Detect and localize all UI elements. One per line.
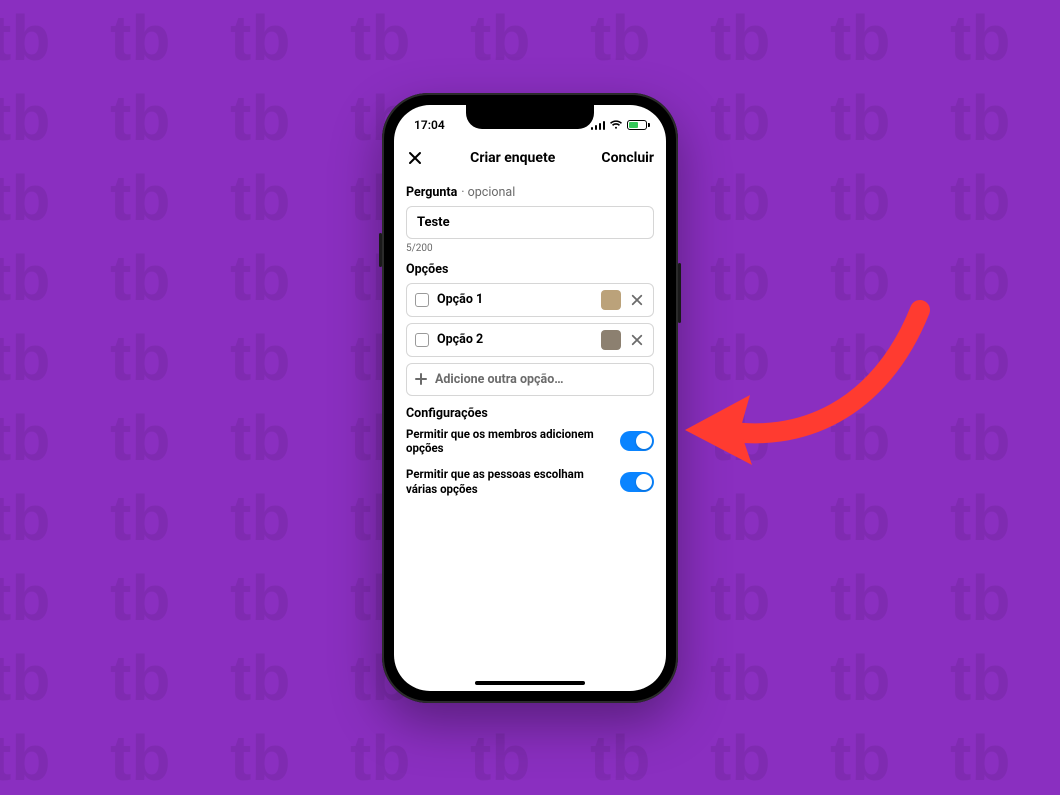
signal-icon bbox=[591, 120, 606, 130]
option-label: Opção 1 bbox=[437, 292, 593, 307]
option-row[interactable]: Opção 2 bbox=[406, 323, 654, 357]
checkbox-icon[interactable] bbox=[415, 293, 429, 307]
option-image-thumb[interactable] bbox=[601, 290, 621, 310]
question-optional-hint: · opcional bbox=[461, 185, 515, 200]
close-icon bbox=[631, 294, 643, 306]
option-row[interactable]: Opção 1 bbox=[406, 283, 654, 317]
setting-label: Permitir que os membros adicionem opções bbox=[406, 427, 596, 456]
add-option-button[interactable]: Adicione outra opção… bbox=[406, 363, 654, 396]
toggle-switch[interactable] bbox=[620, 472, 654, 492]
setting-row-members-add: Permitir que os membros adicionem opções bbox=[406, 421, 654, 462]
remove-option-button[interactable] bbox=[629, 332, 645, 348]
close-icon bbox=[407, 150, 423, 166]
option-image-thumb[interactable] bbox=[601, 330, 621, 350]
phone-mockup: 17:04 Cr bbox=[382, 93, 678, 703]
app-content: Criar enquete Concluir Pergunta · opcion… bbox=[394, 139, 666, 691]
done-button[interactable]: Concluir bbox=[601, 150, 654, 166]
page-title: Criar enquete bbox=[470, 150, 555, 166]
setting-row-multiple-choice: Permitir que as pessoas escolham várias … bbox=[406, 461, 654, 502]
checkbox-icon[interactable] bbox=[415, 333, 429, 347]
question-label-text: Pergunta bbox=[406, 185, 457, 200]
battery-icon bbox=[627, 120, 650, 130]
status-time: 17:04 bbox=[414, 118, 445, 132]
question-counter: 5/200 bbox=[406, 243, 654, 254]
app-header: Criar enquete Concluir bbox=[406, 141, 654, 175]
phone-screen: 17:04 Cr bbox=[394, 105, 666, 691]
setting-label: Permitir que as pessoas escolham várias … bbox=[406, 467, 596, 496]
close-button[interactable] bbox=[406, 149, 424, 167]
close-icon bbox=[631, 334, 643, 346]
status-right bbox=[591, 120, 651, 130]
wifi-icon bbox=[609, 120, 623, 130]
settings-heading: Configurações bbox=[406, 406, 654, 421]
add-option-label: Adicione outra opção… bbox=[435, 372, 564, 387]
question-label: Pergunta · opcional bbox=[406, 185, 654, 200]
remove-option-button[interactable] bbox=[629, 292, 645, 308]
option-label: Opção 2 bbox=[437, 332, 593, 347]
question-input[interactable]: Teste bbox=[406, 206, 654, 239]
phone-notch bbox=[466, 105, 594, 129]
toggle-switch[interactable] bbox=[620, 431, 654, 451]
options-list: Opção 1 Opção 2 bbox=[406, 283, 654, 396]
options-heading: Opções bbox=[406, 262, 654, 277]
home-indicator[interactable] bbox=[475, 681, 585, 685]
plus-icon bbox=[415, 373, 427, 385]
settings-section: Configurações Permitir que os membros ad… bbox=[406, 406, 654, 503]
